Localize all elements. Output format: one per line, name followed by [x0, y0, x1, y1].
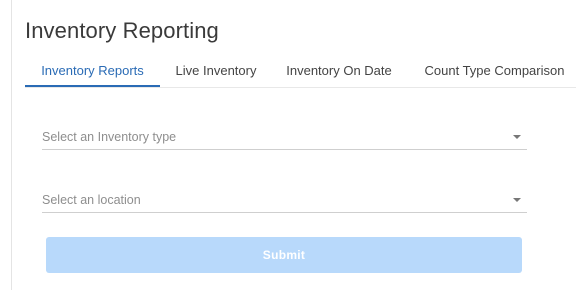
- inventory-type-select[interactable]: Select an Inventory type: [42, 126, 527, 150]
- tab-inventory-reports[interactable]: Inventory Reports: [25, 54, 160, 87]
- tab-live-inventory[interactable]: Live Inventory: [168, 54, 264, 87]
- inventory-type-placeholder: Select an Inventory type: [42, 130, 177, 144]
- location-select[interactable]: Select an location: [42, 189, 527, 213]
- left-divider: [11, 0, 12, 290]
- location-placeholder: Select an location: [42, 193, 141, 207]
- tab-inventory-on-date[interactable]: Inventory On Date: [280, 54, 398, 87]
- tab-count-type-comparison[interactable]: Count Type Comparison: [418, 54, 571, 87]
- report-tabs: Inventory Reports Live Inventory Invento…: [25, 54, 576, 88]
- page-title: Inventory Reporting: [25, 18, 219, 43]
- submit-button[interactable]: Submit: [46, 237, 522, 273]
- chevron-down-icon: [513, 198, 521, 202]
- chevron-down-icon: [513, 135, 521, 139]
